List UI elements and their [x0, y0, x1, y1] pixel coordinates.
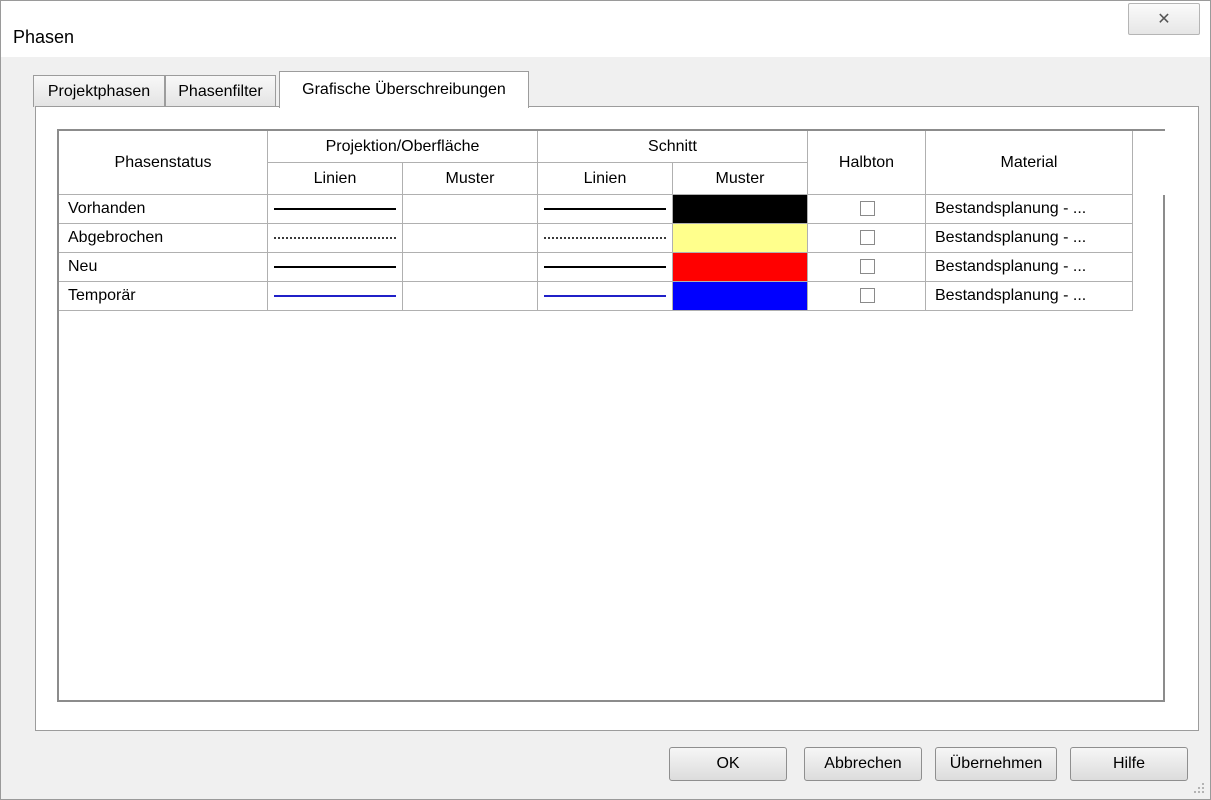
header-label: Muster [445, 169, 495, 187]
tab-grafische-ueberschreibungen[interactable]: Grafische Überschreibungen [279, 71, 529, 108]
cell-phasenstatus: Vorhanden [59, 195, 268, 224]
tab-label: Grafische Überschreibungen [302, 81, 506, 98]
cell-proj-linien[interactable] [268, 282, 403, 311]
cell-proj-linien[interactable] [268, 195, 403, 224]
cell-proj-linien[interactable] [268, 253, 403, 282]
dialog-title: Phasen [13, 27, 75, 47]
cell-schnitt-muster[interactable] [673, 224, 808, 253]
close-button[interactable]: ✕ [1128, 3, 1200, 35]
header-projektion-group: Projektion/Oberfläche [268, 131, 538, 163]
cell-material[interactable]: Bestandsplanung - ... [926, 195, 1133, 224]
header-label: Halbton [838, 153, 895, 171]
cell-schnitt-linien[interactable] [538, 253, 673, 282]
tab-phasenfilter[interactable]: Phasenfilter [165, 75, 276, 107]
cell-schnitt-linien[interactable] [538, 195, 673, 224]
pattern-swatch [673, 253, 807, 281]
header-material[interactable]: Material [926, 131, 1133, 195]
cell-proj-muster[interactable] [403, 282, 538, 311]
pattern-swatch [673, 224, 807, 252]
header-label: Muster [715, 169, 765, 187]
header-label: Linien [583, 169, 627, 187]
cell-schnitt-muster[interactable] [673, 282, 808, 311]
cell-phasenstatus: Temporär [59, 282, 268, 311]
cell-material[interactable]: Bestandsplanung - ... [926, 253, 1133, 282]
cell-halbton [808, 282, 926, 311]
hilfe-button[interactable]: Hilfe [1070, 747, 1188, 781]
cell-schnitt-muster[interactable] [673, 253, 808, 282]
line-style-swatch [274, 237, 396, 239]
cell-proj-muster[interactable] [403, 253, 538, 282]
header-label: Material [1000, 153, 1058, 171]
halbton-checkbox[interactable] [859, 259, 875, 274]
header-phasenstatus[interactable]: Phasenstatus [59, 131, 268, 195]
header-halbton[interactable]: Halbton [808, 131, 926, 195]
line-style-swatch [544, 208, 666, 210]
cell-schnitt-linien[interactable] [538, 224, 673, 253]
ok-button[interactable]: OK [669, 747, 787, 781]
header-label: Projektion/Oberfläche [325, 137, 480, 155]
resize-grip-icon[interactable] [1192, 781, 1206, 795]
uebernehmen-button[interactable]: Übernehmen [935, 747, 1057, 781]
grid-header: Phasenstatus Projektion/Oberfläche Linie… [59, 131, 1165, 195]
header-schnitt-muster[interactable]: Muster [673, 163, 808, 195]
pattern-swatch [673, 195, 807, 223]
line-style-swatch [544, 295, 666, 297]
header-proj-muster[interactable]: Muster [403, 163, 538, 195]
line-style-swatch [544, 266, 666, 268]
pattern-swatch [673, 282, 807, 310]
cell-phasenstatus: Neu [59, 253, 268, 282]
halbton-checkbox[interactable] [859, 201, 875, 216]
header-schnitt-group: Schnitt [538, 131, 808, 163]
cell-schnitt-muster[interactable] [673, 195, 808, 224]
cell-proj-muster[interactable] [403, 195, 538, 224]
header-proj-linien[interactable]: Linien [268, 163, 403, 195]
line-style-swatch [274, 208, 396, 210]
header-label: Linien [313, 169, 357, 187]
cell-halbton [808, 224, 926, 253]
line-style-swatch [274, 295, 396, 297]
overrides-grid[interactable]: Phasenstatus Projektion/Oberfläche Linie… [57, 129, 1165, 702]
line-style-swatch [544, 237, 666, 239]
cell-material[interactable]: Bestandsplanung - ... [926, 282, 1133, 311]
phasen-dialog: Phasen ✕ Projektphasen Phasenfilter Graf… [0, 0, 1211, 800]
cell-schnitt-linien[interactable] [538, 282, 673, 311]
cell-phasenstatus: Abgebrochen [59, 224, 268, 253]
header-label: Schnitt [648, 137, 697, 155]
tab-label: Phasenfilter [178, 82, 263, 100]
cell-halbton [808, 195, 926, 224]
tab-projektphasen[interactable]: Projektphasen [33, 75, 165, 107]
cell-proj-muster[interactable] [403, 224, 538, 253]
title-bar: Phasen ✕ [1, 1, 1210, 57]
header-label: Phasenstatus [114, 153, 212, 171]
abbrechen-button[interactable]: Abbrechen [804, 747, 922, 781]
halbton-checkbox[interactable] [859, 288, 875, 303]
cell-proj-linien[interactable] [268, 224, 403, 253]
halbton-checkbox[interactable] [859, 230, 875, 245]
header-schnitt-linien[interactable]: Linien [538, 163, 673, 195]
close-icon: ✕ [1157, 11, 1171, 28]
tab-label: Projektphasen [47, 82, 151, 100]
line-style-swatch [274, 266, 396, 268]
cell-halbton [808, 253, 926, 282]
cell-material[interactable]: Bestandsplanung - ... [926, 224, 1133, 253]
